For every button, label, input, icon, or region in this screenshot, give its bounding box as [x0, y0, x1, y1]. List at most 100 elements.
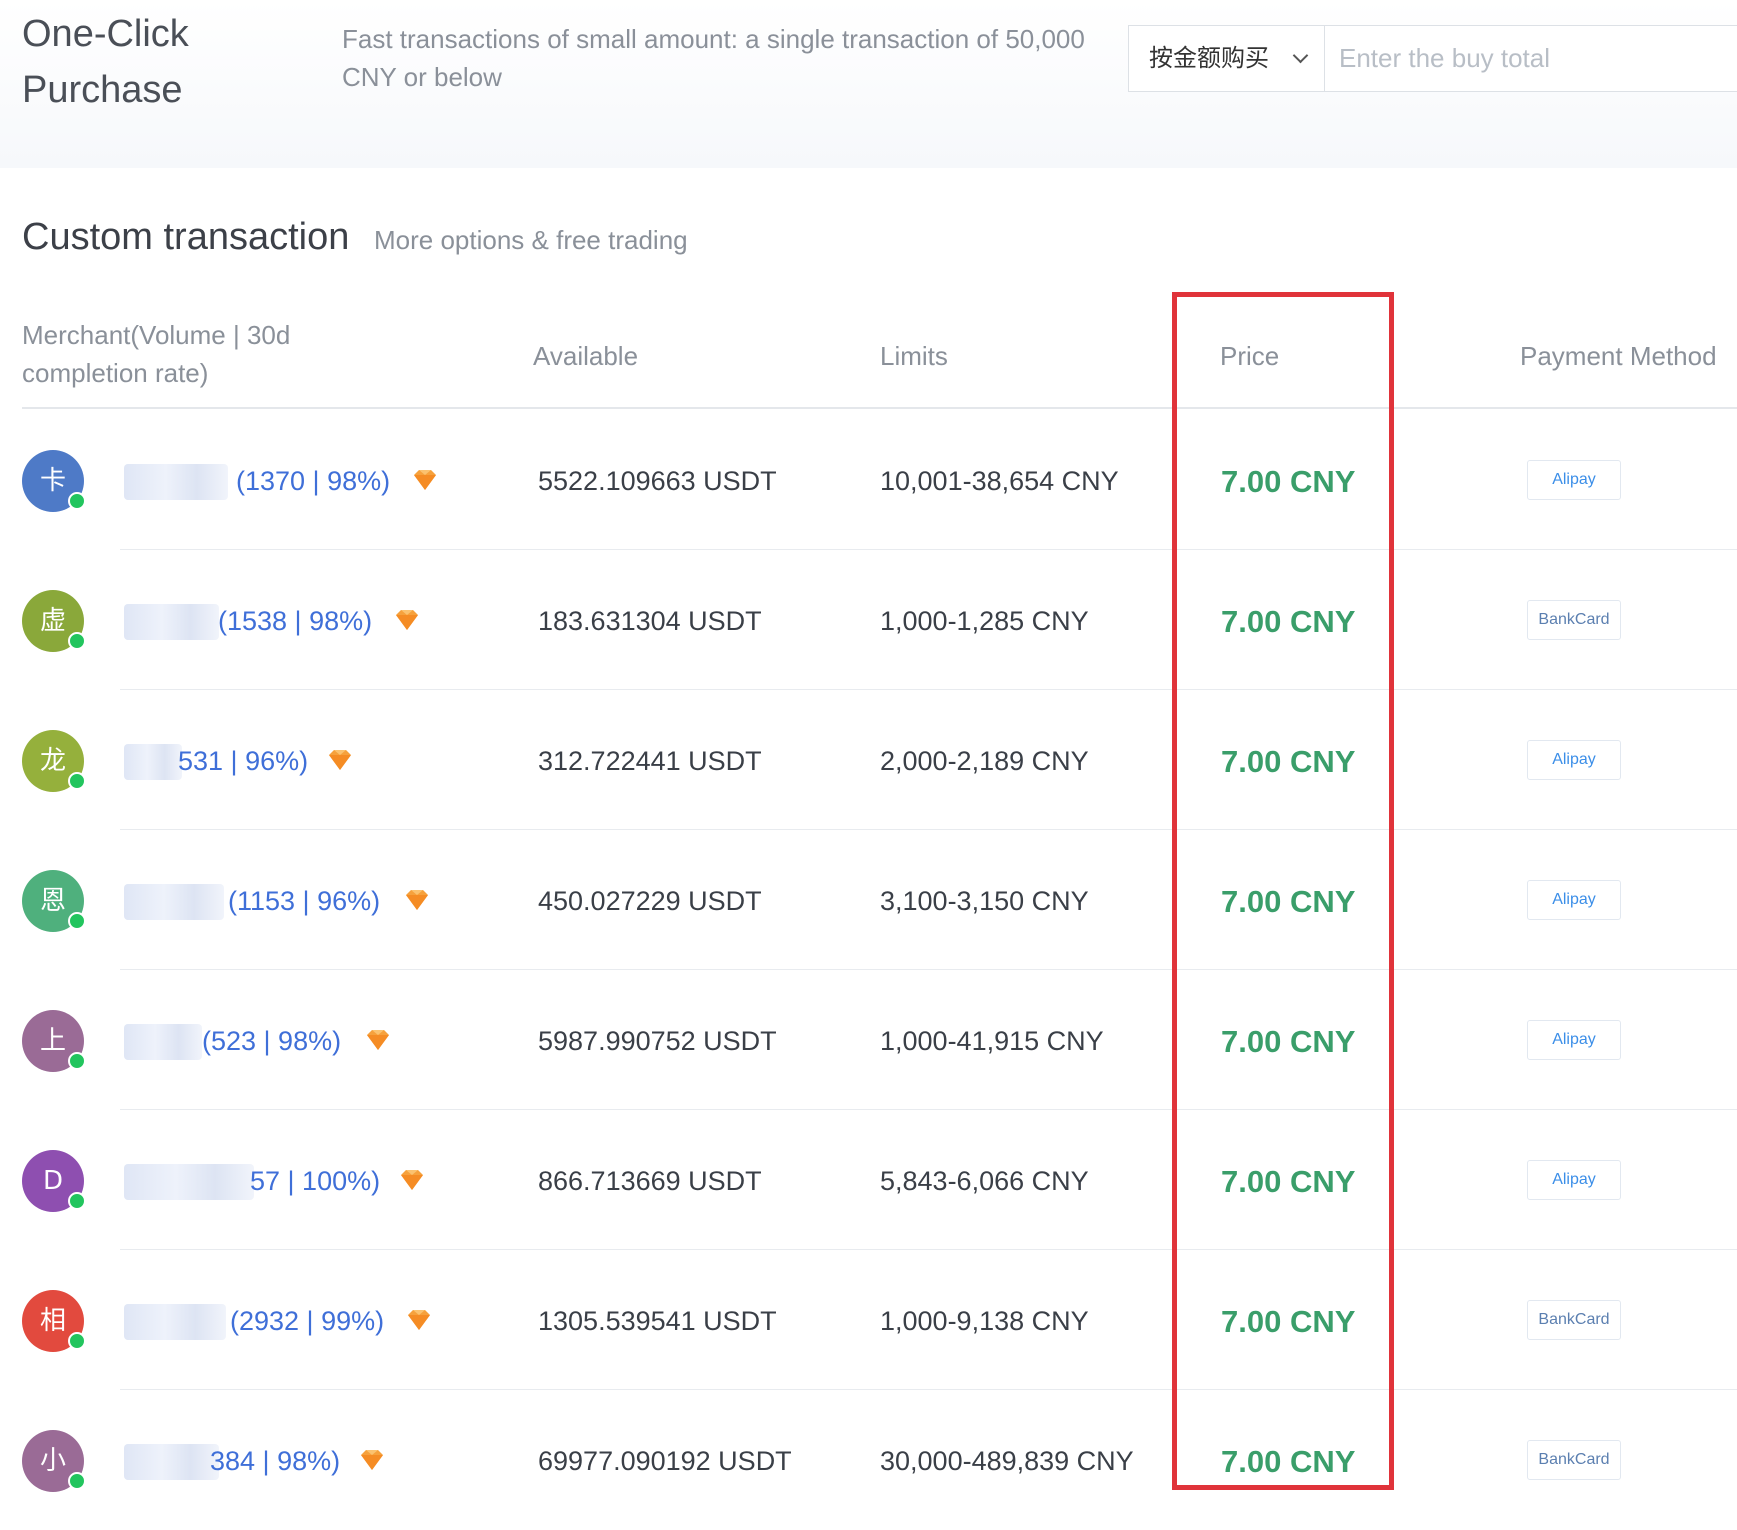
table-row[interactable]: 卡 (1370 | 98%) 5522.109663 USDT 10,001-3… [0, 410, 1737, 550]
online-dot-icon [68, 772, 86, 790]
available-amount: 312.722441 USDT [538, 746, 762, 776]
avatar-initial: 卡 [39, 466, 66, 496]
available-amount: 5522.109663 USDT [538, 466, 777, 496]
diamond-icon [406, 890, 429, 910]
online-dot-icon [68, 912, 86, 930]
buy-mode-label: 按金额购买 [1149, 44, 1269, 72]
diamond-icon [396, 610, 419, 630]
limits-range: 2,000-2,189 CNY [880, 746, 1089, 776]
merchant-name-redacted[interactable] [124, 744, 182, 780]
merchant-avatar[interactable]: 卡 [22, 450, 86, 512]
merchant-avatar[interactable]: 上 [22, 1010, 86, 1072]
merchant-avatar[interactable]: 虚 [22, 590, 86, 652]
one-click-title: One-Click Purchase [22, 13, 189, 111]
online-dot-icon [68, 1052, 86, 1070]
available-amount: 183.631304 USDT [538, 606, 762, 636]
limits-range: 3,100-3,150 CNY [880, 886, 1089, 916]
available-amount: 69977.090192 USDT [538, 1446, 792, 1476]
price-value: 7.00 CNY [1221, 744, 1356, 779]
bankcard-badge: BankCard [1527, 1300, 1621, 1340]
limits-range: 1,000-9,138 CNY [880, 1306, 1089, 1336]
available-amount: 1305.539541 USDT [538, 1306, 777, 1336]
diamond-icon [329, 750, 351, 770]
merchant-stats[interactable]: 531 | 96%) [178, 740, 308, 782]
price-value: 7.00 CNY [1221, 464, 1356, 499]
diamond-icon [361, 1450, 383, 1470]
header-available: Available [533, 341, 639, 371]
table-row[interactable]: 虚 (1538 | 98%) 183.631304 USDT 1,000-1,2… [0, 550, 1737, 690]
avatar-initial: 相 [39, 1306, 66, 1336]
merchant-stats[interactable]: (523 | 98%) [202, 1020, 341, 1062]
table-row[interactable]: 龙 531 | 96%) 312.722441 USDT 2,000-2,189… [0, 690, 1737, 830]
alipay-badge: Alipay [1527, 880, 1621, 920]
available-amount: 866.713669 USDT [538, 1166, 762, 1196]
header-divider [22, 407, 1737, 409]
merchant-stats[interactable]: (2932 | 99%) [230, 1300, 384, 1342]
avatar-initial: 龙 [39, 746, 66, 776]
avatar-initial: 虚 [39, 606, 66, 636]
header-limits: Limits [880, 341, 948, 371]
one-click-panel: One-Click Purchase Fast transactions of … [0, 0, 1737, 168]
custom-transaction-subtitle: More options & free trading [374, 225, 688, 255]
price-value: 7.00 CNY [1221, 1444, 1356, 1479]
bankcard-badge: BankCard [1527, 600, 1621, 640]
table-row[interactable]: 上 (523 | 98%) 5987.990752 USDT 1,000-41,… [0, 970, 1737, 1110]
price-value: 7.00 CNY [1221, 1024, 1356, 1059]
available-amount: 5987.990752 USDT [538, 1026, 777, 1056]
header-merchant: Merchant(Volume | 30d completion rate) [22, 320, 291, 388]
avatar-initial: 上 [39, 1026, 66, 1056]
merchant-name-redacted[interactable] [124, 1444, 219, 1480]
merchant-name-redacted[interactable] [124, 464, 228, 500]
online-dot-icon [68, 1192, 86, 1210]
online-dot-icon [68, 632, 86, 650]
table-row[interactable]: D 57 | 100%) 866.713669 USDT 5,843-6,066… [0, 1110, 1737, 1250]
price-value: 7.00 CNY [1221, 1164, 1356, 1199]
online-dot-icon [68, 1472, 86, 1490]
merchant-avatar[interactable]: 相 [22, 1290, 86, 1352]
merchant-stats[interactable]: (1538 | 98%) [218, 600, 372, 642]
header-price: Price [1220, 341, 1280, 371]
diamond-icon [401, 1170, 423, 1190]
header-payment-method: Payment Method [1520, 341, 1717, 371]
alipay-badge: Alipay [1527, 740, 1621, 780]
merchant-name-redacted[interactable] [124, 1164, 254, 1200]
avatar-initial: 恩 [39, 886, 66, 916]
limits-range: 30,000-489,839 CNY [880, 1446, 1134, 1476]
price-value: 7.00 CNY [1221, 884, 1356, 919]
buy-total-input[interactable] [1325, 26, 1737, 91]
limits-range: 1,000-41,915 CNY [880, 1026, 1104, 1056]
online-dot-icon [68, 492, 86, 510]
merchant-name-redacted[interactable] [124, 1024, 202, 1060]
limits-range: 10,001-38,654 CNY [880, 466, 1119, 496]
buy-total-form: 按金额购买 [1128, 25, 1737, 92]
alipay-badge: Alipay [1527, 1020, 1621, 1060]
limits-range: 1,000-1,285 CNY [880, 606, 1089, 636]
diamond-icon [408, 1310, 431, 1330]
chevron-down-icon [1292, 47, 1309, 64]
avatar-initial: 小 [39, 1446, 66, 1476]
merchant-stats[interactable]: 57 | 100%) [250, 1160, 380, 1202]
merchant-name-redacted[interactable] [124, 604, 219, 640]
merchant-name-redacted[interactable] [124, 884, 224, 920]
online-dot-icon [68, 1332, 86, 1350]
merchant-name-redacted[interactable] [124, 1304, 226, 1340]
merchant-avatar[interactable]: 恩 [22, 870, 86, 932]
table-row[interactable]: 恩 (1153 | 96%) 450.027229 USDT 3,100-3,1… [0, 830, 1737, 970]
merchant-stats[interactable]: 384 | 98%) [210, 1440, 340, 1482]
one-click-description: Fast transactions of small amount: a sin… [342, 24, 1085, 92]
alipay-badge: Alipay [1527, 1160, 1621, 1200]
price-value: 7.00 CNY [1221, 604, 1356, 639]
limits-range: 5,843-6,066 CNY [880, 1166, 1089, 1196]
table-row[interactable]: 相 (2932 | 99%) 1305.539541 USDT 1,000-9,… [0, 1250, 1737, 1390]
table-row[interactable]: 小 384 | 98%) 69977.090192 USDT 30,000-48… [0, 1390, 1737, 1530]
avatar-initial: D [42, 1166, 64, 1196]
merchant-avatar[interactable]: 小 [22, 1430, 86, 1492]
buy-mode-select[interactable]: 按金额购买 [1129, 26, 1325, 91]
merchant-stats[interactable]: (1153 | 96%) [228, 880, 380, 922]
price-value: 7.00 CNY [1221, 1304, 1356, 1339]
available-amount: 450.027229 USDT [538, 886, 762, 916]
merchant-avatar[interactable]: D [22, 1150, 86, 1212]
diamond-icon [414, 470, 437, 490]
merchant-avatar[interactable]: 龙 [22, 730, 86, 792]
merchant-stats[interactable]: (1370 | 98%) [236, 460, 390, 502]
